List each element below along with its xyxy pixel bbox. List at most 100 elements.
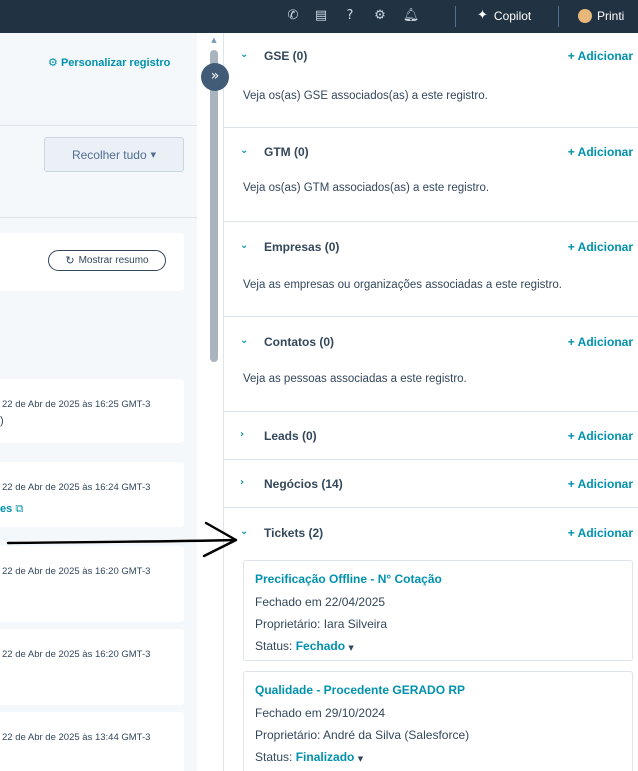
section-header[interactable]: ⌄ GTM (0) + Adicionar xyxy=(224,145,638,175)
marketplace-icon[interactable]: ▤ xyxy=(312,7,330,25)
copilot-button[interactable]: ✦ Copilot xyxy=(477,7,531,25)
section-header[interactable]: ⌄ Empresas (0) + Adicionar xyxy=(224,240,638,270)
activity-card[interactable]: 22 de Abr de 2025 às 16:20 GMT-3 xyxy=(0,629,184,705)
chevron-down-icon: ⌄ xyxy=(240,335,249,346)
scroll-up-icon[interactable]: ▲ xyxy=(210,36,218,44)
arrow-annotation xyxy=(6,521,238,558)
ticket-card: Qualidade - Procedente GERADO RP Fechado… xyxy=(243,671,633,771)
gear-icon: ⚙ xyxy=(48,56,58,69)
activity-text: ) xyxy=(0,415,4,427)
associations-sidebar: ⌄ GSE (0) + Adicionar Veja os(as) GSE as… xyxy=(223,33,638,771)
chevron-down-icon: ⌄ xyxy=(240,49,249,60)
add-button[interactable]: + Adicionar xyxy=(568,49,633,63)
section-description: Veja os(as) GTM associados(as) a este re… xyxy=(243,182,490,194)
ticket-owner: Proprietário: Iara Silveira xyxy=(255,617,387,631)
section-title: Leads (0) xyxy=(264,429,317,443)
settings-icon[interactable]: ⚙ xyxy=(371,7,389,25)
section-companies: ⌄ Empresas (0) + Adicionar Veja as empre… xyxy=(224,222,638,317)
owner-value: Iara Silveira xyxy=(323,617,388,631)
divider xyxy=(558,6,559,27)
ticket-status: Status: Fechado ▼ xyxy=(255,639,354,653)
caret-down-icon: ▼ xyxy=(150,150,157,159)
section-description: Veja os(as) GSE associados(as) a este re… xyxy=(243,90,488,102)
section-header[interactable]: › Negócios (14) + Adicionar xyxy=(224,477,638,507)
activity-link-text: es xyxy=(0,503,13,515)
summary-card: ↻ Mostrar resumo xyxy=(0,233,184,291)
status-label: Status: xyxy=(255,639,293,653)
activity-date: 22 de Abr de 2025 às 13:44 GMT-3 xyxy=(2,732,151,743)
section-title: Negócios (14) xyxy=(264,477,343,491)
caret-down-icon: ▼ xyxy=(357,755,364,763)
refresh-icon: ↻ xyxy=(65,254,75,267)
activity-card[interactable]: 22 de Abr de 2025 às 13:44 GMT-3 xyxy=(0,712,184,771)
collapse-all-label: Recolher tudo xyxy=(71,147,147,162)
divider xyxy=(455,6,456,27)
user-name: Printi xyxy=(597,9,625,23)
divider xyxy=(0,217,197,218)
ticket-closed-date: Fechado em 22/04/2025 xyxy=(255,595,386,609)
help-icon[interactable]: ? xyxy=(341,7,359,25)
add-button[interactable]: + Adicionar xyxy=(568,240,633,254)
section-header[interactable]: ⌄ Contatos (0) + Adicionar xyxy=(224,335,638,365)
ticket-owner: Proprietário: André da Silva (Salesforce… xyxy=(255,728,469,742)
section-description: Veja as pessoas associadas a este regist… xyxy=(243,373,467,385)
activity-date: 22 de Abr de 2025 às 16:24 GMT-3 xyxy=(2,482,151,493)
add-button[interactable]: + Adicionar xyxy=(568,429,633,443)
section-header[interactable]: ⌄ Tickets (2) + Adicionar xyxy=(224,526,638,556)
show-summary-button[interactable]: ↻ Mostrar resumo xyxy=(48,250,166,271)
activity-card[interactable]: 22 de Abr de 2025 às 16:25 GMT-3 ) xyxy=(0,379,184,443)
caret-down-icon: ▼ xyxy=(348,644,354,652)
ticket-status: Status: Finalizado ▼ xyxy=(255,750,363,764)
chevron-right-icon: › xyxy=(240,429,245,440)
owner-label: Proprietário: xyxy=(255,728,321,742)
divider xyxy=(0,125,197,126)
sparkle-icon: ✦ xyxy=(477,8,488,23)
owner-value: André da Silva (Salesforce) xyxy=(323,728,470,742)
external-link-icon: ⧉ xyxy=(15,502,24,515)
status-label: Status: xyxy=(255,750,293,764)
section-gse: ⌄ GSE (0) + Adicionar Veja os(as) GSE as… xyxy=(224,33,638,128)
section-title: GSE (0) xyxy=(264,49,308,63)
ticket-name-link[interactable]: Qualidade - Procedente GERADO RP xyxy=(255,683,465,697)
status-value: Fechado xyxy=(295,639,346,653)
chevron-down-icon: ⌄ xyxy=(240,145,249,156)
ticket-closed-date: Fechado em 29/10/2024 xyxy=(255,706,386,720)
status-value: Finalizado xyxy=(295,750,355,764)
add-button[interactable]: + Adicionar xyxy=(568,526,633,540)
add-button[interactable]: + Adicionar xyxy=(568,145,633,159)
section-leads: › Leads (0) + Adicionar xyxy=(224,412,638,460)
add-button[interactable]: + Adicionar xyxy=(568,477,633,491)
expand-sidebar-button[interactable]: » xyxy=(201,63,229,91)
copilot-label: Copilot xyxy=(493,9,532,23)
section-description: Veja as empresas ou organizações associa… xyxy=(243,279,562,291)
user-menu[interactable]: Printi xyxy=(578,7,624,25)
activity-date: 22 de Abr de 2025 às 16:25 GMT-3 xyxy=(2,399,151,410)
scrollbar-thumb[interactable] xyxy=(210,50,218,362)
section-contacts: ⌄ Contatos (0) + Adicionar Veja as pesso… xyxy=(224,317,638,412)
section-title: Contatos (0) xyxy=(264,335,334,349)
section-title: Tickets (2) xyxy=(264,526,324,540)
section-title: GTM (0) xyxy=(264,145,309,159)
customize-record-link[interactable]: ⚙ Personalizar registro xyxy=(48,56,170,69)
phone-icon[interactable]: ✆ xyxy=(284,7,302,25)
status-dropdown[interactable]: Fechado ▼ xyxy=(296,639,354,653)
section-header[interactable]: › Leads (0) + Adicionar xyxy=(224,429,638,459)
add-button[interactable]: + Adicionar xyxy=(568,335,633,349)
activity-link[interactable]: es ⧉ xyxy=(0,502,23,516)
owner-label: Proprietário: xyxy=(255,617,321,631)
ticket-card: Precificação Offline - N° Cotação Fechad… xyxy=(243,560,633,661)
ticket-name-link[interactable]: Precificação Offline - N° Cotação xyxy=(255,572,442,586)
section-tickets: ⌄ Tickets (2) + Adicionar Precificação O… xyxy=(224,508,638,771)
notifications-icon[interactable]: 🔔︎ xyxy=(402,7,420,25)
customize-record-label: Personalizar registro xyxy=(60,57,171,69)
activity-date: 22 de Abr de 2025 às 16:20 GMT-3 xyxy=(2,649,151,660)
section-gtm: ⌄ GTM (0) + Adicionar Veja os(as) GTM as… xyxy=(224,128,638,222)
status-dropdown[interactable]: Finalizado ▼ xyxy=(296,750,363,764)
section-deals: › Negócios (14) + Adicionar xyxy=(224,460,638,508)
show-summary-label: Mostrar resumo xyxy=(78,255,149,266)
collapse-all-button[interactable]: Recolher tudo ▼ xyxy=(44,137,184,172)
section-title: Empresas (0) xyxy=(264,240,340,254)
avatar xyxy=(578,9,592,23)
chevron-down-icon: ⌄ xyxy=(240,240,249,251)
section-header[interactable]: ⌄ GSE (0) + Adicionar xyxy=(224,49,638,79)
